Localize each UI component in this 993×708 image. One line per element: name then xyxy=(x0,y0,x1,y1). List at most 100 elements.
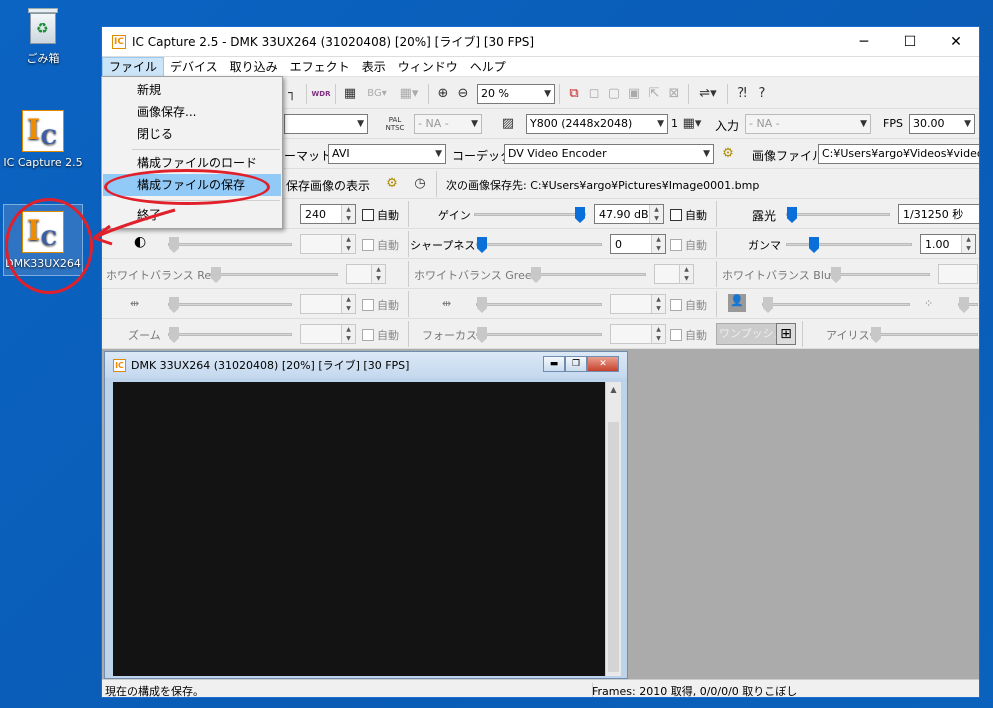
zoom-thumb[interactable] xyxy=(169,327,179,343)
focus-thumb[interactable] xyxy=(477,327,487,343)
maximize-button[interactable]: ☐ xyxy=(887,27,933,57)
brightness-spin[interactable]: 240 ▲ ▼ xyxy=(300,204,356,224)
hue-slider[interactable] xyxy=(168,297,292,313)
saturation-spin[interactable]: ▲ ▼ xyxy=(610,294,666,314)
menu-item-close[interactable]: 閉じる xyxy=(103,123,281,145)
gain-spin[interactable]: 47.90 dB ▲ ▼ xyxy=(594,204,664,224)
vertical-scrollbar[interactable]: ▲ xyxy=(605,382,621,676)
title-bar[interactable]: IC IC Capture 2.5 - DMK 33UX264 (3102040… xyxy=(102,27,979,57)
exposure-slider[interactable] xyxy=(786,207,890,223)
file-format-select[interactable]: AVI ▼ xyxy=(328,143,446,164)
pal-ntsc-button[interactable]: PAL NTSC xyxy=(380,114,410,134)
export-icon[interactable]: ⇱ xyxy=(644,84,664,104)
video-format-select[interactable]: Y800 (2448x2048) ▼ xyxy=(526,113,668,134)
roi-icon[interactable]: ◻ xyxy=(584,84,604,104)
saturation-thumb[interactable] xyxy=(477,297,487,313)
exposure-spin[interactable]: 1/31250 秒 xyxy=(898,204,979,224)
child-minimize-button[interactable]: ▬ xyxy=(543,356,565,372)
gamma-spin[interactable]: 1.00 ▲ ▼ xyxy=(920,234,976,254)
wb-green-slider[interactable] xyxy=(530,267,646,283)
menu-window[interactable]: ウィンドウ xyxy=(392,57,464,77)
sharpness-auto[interactable]: 自動 xyxy=(670,237,707,253)
frame-icon[interactable]: ▢ xyxy=(604,84,624,104)
focus-spin[interactable]: ▲ ▼ xyxy=(610,324,666,344)
focus-region-button[interactable]: ⊞ xyxy=(776,323,796,345)
menu-effects[interactable]: エフェクト xyxy=(284,57,356,77)
codec-settings-icon[interactable]: ⚙ xyxy=(718,144,738,164)
binning-icon[interactable]: ▦▾ xyxy=(678,114,706,134)
menu-help[interactable]: ヘルプ xyxy=(464,57,512,77)
bg-button[interactable]: BG ▾ xyxy=(360,84,394,104)
wdr-button[interactable]: WDR xyxy=(311,84,331,104)
contrast-auto[interactable]: 自動 xyxy=(362,237,399,253)
fps-select[interactable]: 30.00 ▼ xyxy=(909,113,975,134)
saturation-slider[interactable] xyxy=(476,297,602,313)
child-restore-button[interactable]: ❐ xyxy=(565,356,587,372)
denoise-slider[interactable] xyxy=(762,297,910,313)
recycle-bin-shortcut[interactable]: ♻ ごみ箱 xyxy=(3,6,83,66)
ic-capture-shortcut[interactable]: IC IC Capture 2.5 xyxy=(3,110,83,169)
contrast-spin[interactable]: ▲ ▼ xyxy=(300,234,356,254)
scroll-up-icon[interactable]: ▲ xyxy=(606,382,621,398)
gamma-thumb[interactable] xyxy=(809,237,819,253)
grid-icon[interactable]: ▦▾ xyxy=(394,84,424,104)
format-icon[interactable]: ▨ xyxy=(498,114,518,134)
minimize-button[interactable]: ─ xyxy=(841,27,887,57)
iris-slider[interactable] xyxy=(870,327,978,343)
wb-red-spin[interactable]: ▲ ▼ xyxy=(346,264,386,284)
gamma-slider[interactable] xyxy=(786,237,912,253)
zoom-out-icon[interactable]: ⊖ xyxy=(453,84,473,104)
menu-item-save-image[interactable]: 画像保存... xyxy=(103,101,281,123)
child-title-bar[interactable]: IC DMK 33UX264 (31020408) [20%] [ライブ] [3… xyxy=(105,352,627,378)
input-select[interactable]: - NA - ▼ xyxy=(745,113,871,134)
saturation-auto[interactable]: 自動 xyxy=(670,297,707,313)
sharpness-slider[interactable] xyxy=(476,237,602,253)
wb-red-slider[interactable] xyxy=(210,267,338,283)
menu-file[interactable]: ファイル xyxy=(102,56,165,77)
hue-auto[interactable]: 自動 xyxy=(362,297,399,313)
scroll-thumb[interactable] xyxy=(608,422,619,672)
zoom-spin[interactable]: ▲ ▼ xyxy=(300,324,356,344)
video-norm-select[interactable]: - NA - ▼ xyxy=(414,113,482,134)
brightness-auto[interactable]: 自動 xyxy=(362,207,399,223)
zoom-in-icon[interactable]: ⊕ xyxy=(433,84,453,104)
extra-thumb[interactable] xyxy=(959,297,969,313)
usb-icon[interactable]: ⇌▾ xyxy=(693,84,723,104)
focus-auto[interactable]: 自動 xyxy=(670,327,707,343)
menu-view[interactable]: 表示 xyxy=(356,57,392,77)
wb-green-spin[interactable]: ▲ ▼ xyxy=(654,264,694,284)
wb-blue-spin[interactable] xyxy=(938,264,978,284)
extra-slider[interactable] xyxy=(958,297,978,313)
device-select[interactable]: ▼ xyxy=(284,113,368,134)
color-pattern-icon[interactable]: ▦ xyxy=(340,84,360,104)
show-saved-image[interactable]: 保存画像の表示 xyxy=(286,177,370,194)
zoom-slider[interactable] xyxy=(168,327,292,343)
live-video-display[interactable] xyxy=(113,382,605,676)
menu-capture[interactable]: 取り込み xyxy=(224,57,284,77)
crop-icon[interactable]: ⊠ xyxy=(664,84,684,104)
gain-slider[interactable] xyxy=(474,207,586,223)
codec-select[interactable]: DV Video Encoder ▼ xyxy=(504,143,714,164)
help-icon[interactable]: ? xyxy=(752,84,772,104)
sharpness-spin[interactable]: 0 ▲ ▼ xyxy=(610,234,666,254)
zoom-auto[interactable]: 自動 xyxy=(362,327,399,343)
image-file-path[interactable]: C:¥Users¥argo¥Videos¥video.av xyxy=(818,143,979,164)
child-close-button[interactable]: ✕ xyxy=(587,356,619,372)
context-help-icon[interactable]: ⁈ xyxy=(732,84,752,104)
image-settings-icon[interactable]: ⚙ xyxy=(382,174,402,194)
sharpness-thumb[interactable] xyxy=(477,237,487,253)
wb-blue-slider[interactable] xyxy=(830,267,930,283)
graph-icon[interactable]: ┐ xyxy=(282,84,302,104)
gain-auto[interactable]: 自動 xyxy=(670,207,707,223)
close-button[interactable]: ✕ xyxy=(933,27,979,57)
denoise-thumb[interactable] xyxy=(763,297,773,313)
hue-thumb[interactable] xyxy=(169,297,179,313)
overlay-icon[interactable]: ▣ xyxy=(624,84,644,104)
iris-thumb[interactable] xyxy=(871,327,881,343)
snapshot-icon[interactable]: ⧉ xyxy=(564,84,584,104)
exposure-thumb[interactable] xyxy=(787,207,797,223)
zoom-select[interactable]: 20 % ▼ xyxy=(477,83,555,104)
menu-item-new[interactable]: 新規 xyxy=(103,79,281,101)
hue-spin[interactable]: ▲ ▼ xyxy=(300,294,356,314)
focus-slider[interactable] xyxy=(476,327,602,343)
